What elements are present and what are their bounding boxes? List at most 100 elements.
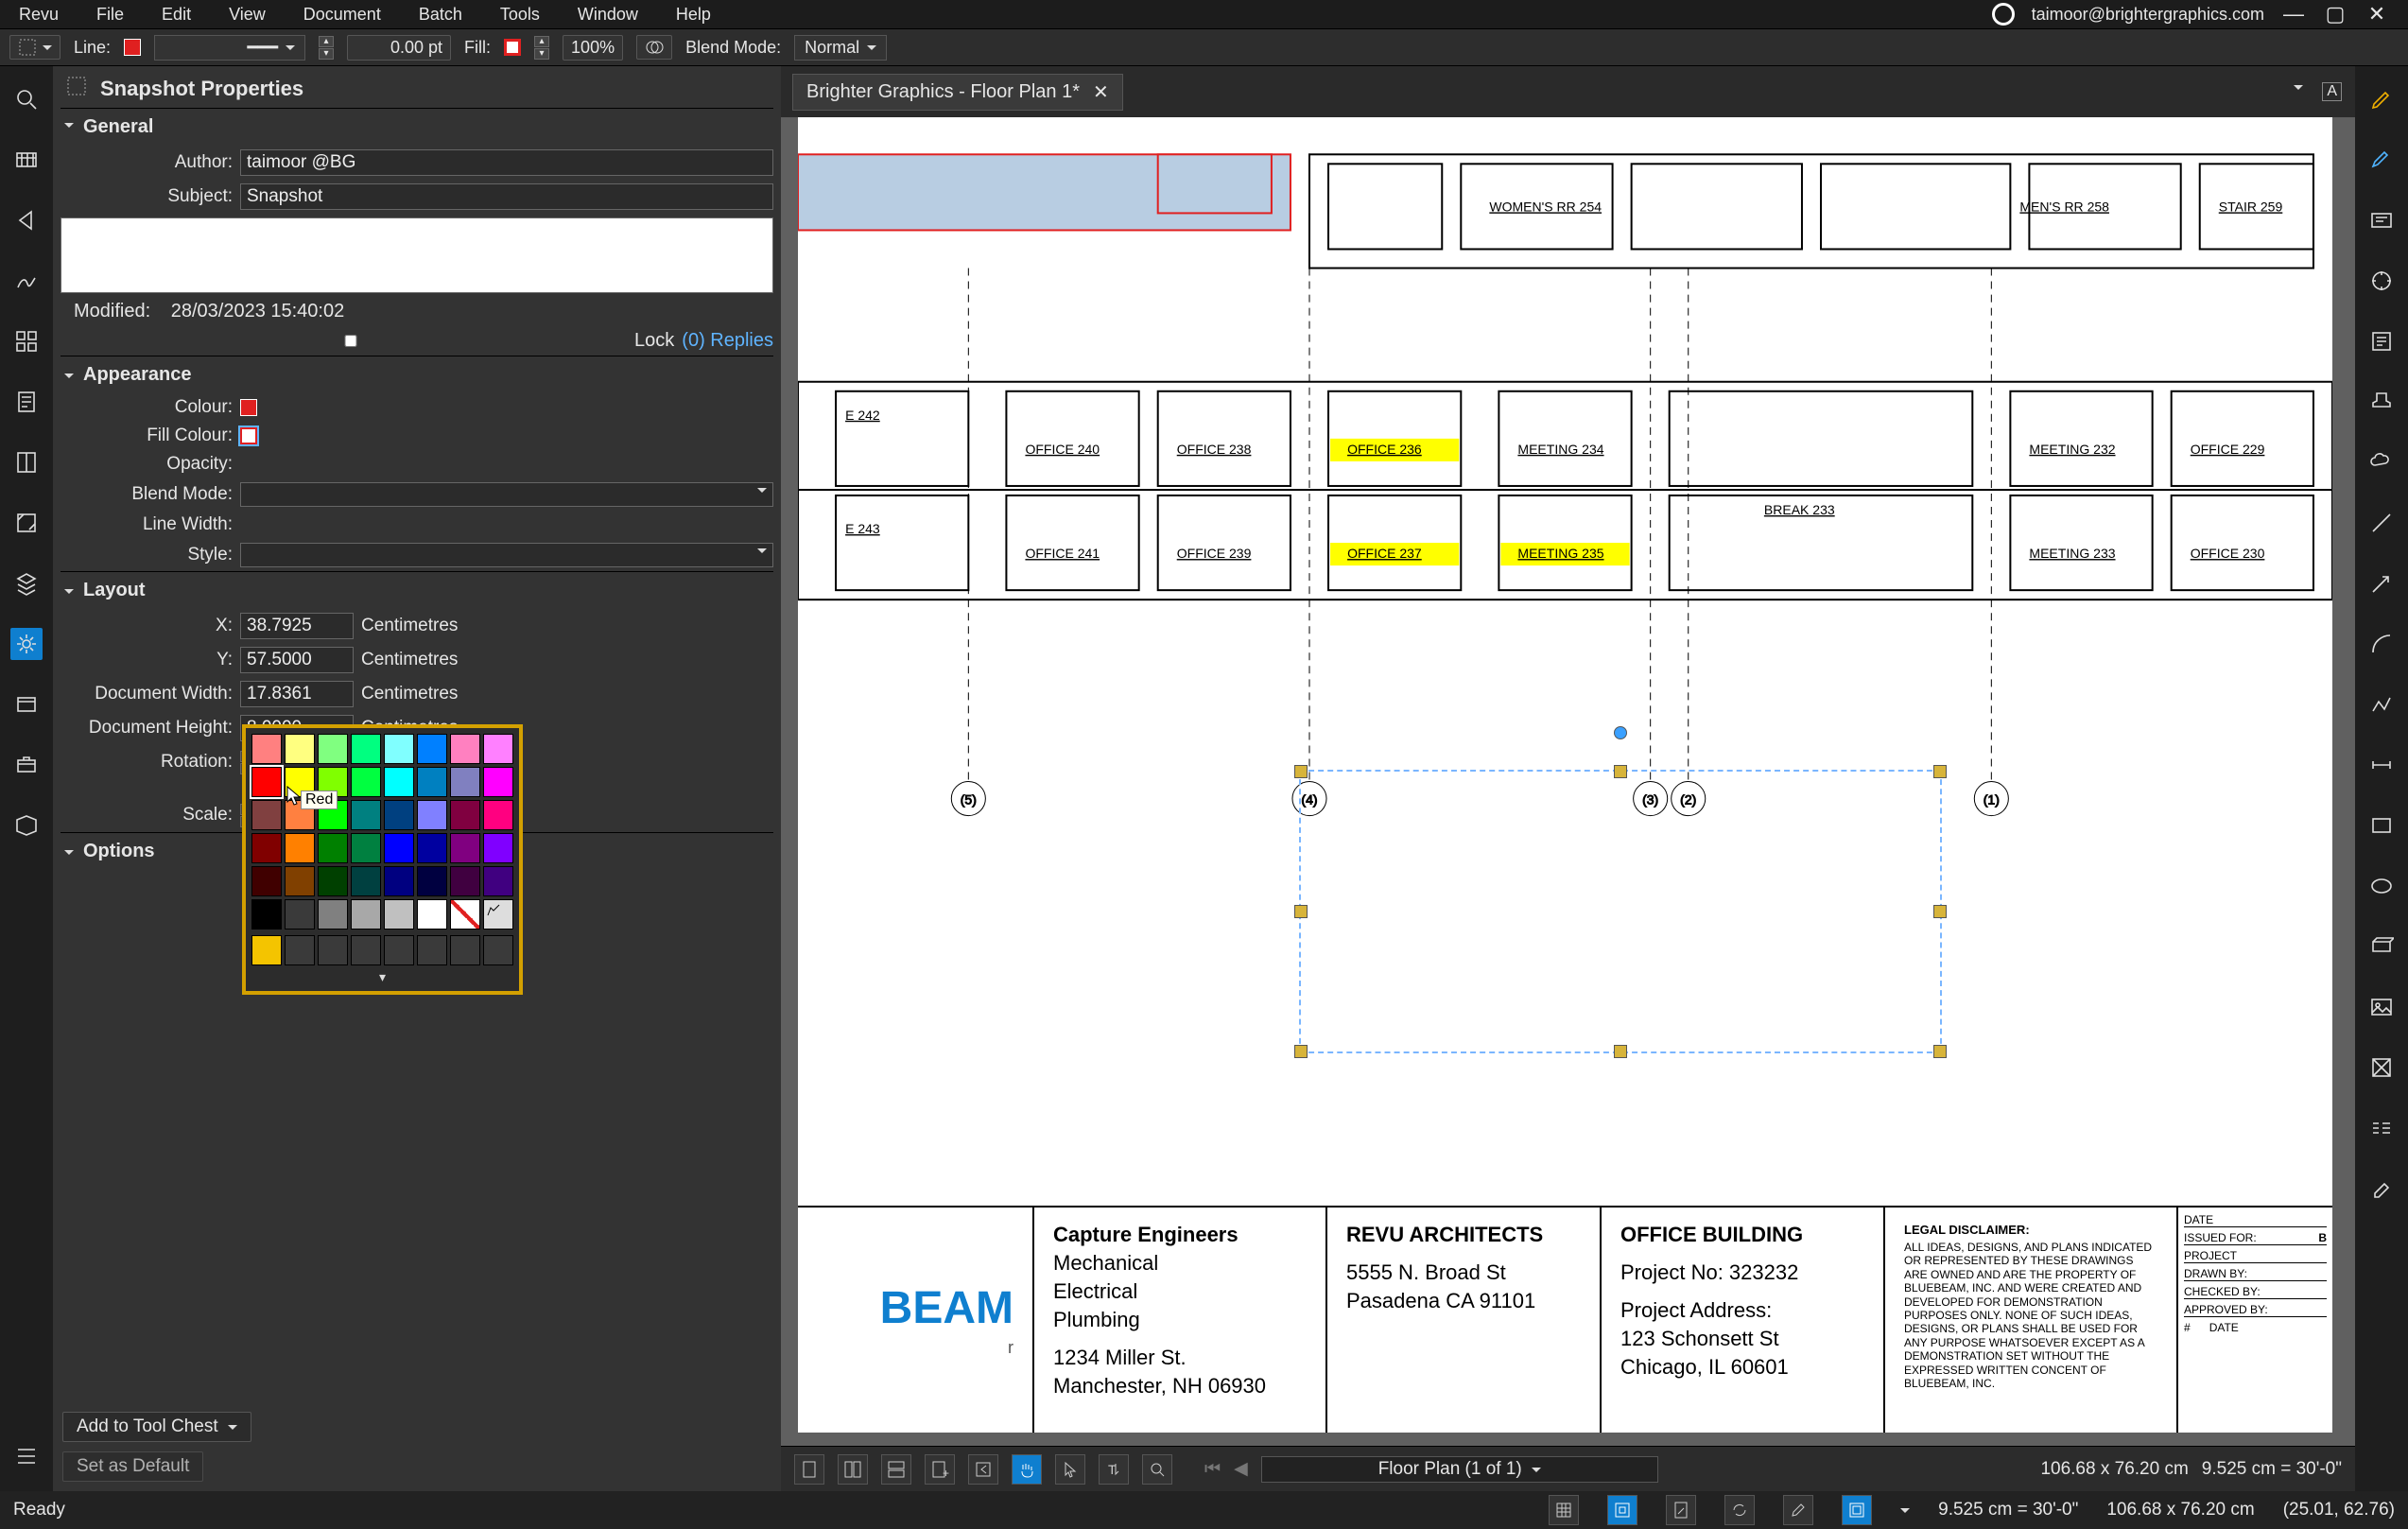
new-page-icon[interactable]: + (925, 1454, 955, 1485)
properties-icon[interactable] (10, 628, 43, 660)
color-picker-expand[interactable]: ▾ (251, 969, 513, 985)
recent-color-swatch[interactable] (285, 935, 315, 965)
color-swatch[interactable] (483, 833, 513, 863)
color-swatch[interactable] (318, 833, 348, 863)
prev-view-icon[interactable] (968, 1454, 998, 1485)
markups-list-icon[interactable] (10, 1440, 43, 1472)
scale-doc-icon[interactable] (1666, 1495, 1696, 1525)
color-swatch[interactable] (251, 833, 282, 863)
docwidth-input[interactable] (240, 681, 354, 707)
close-button[interactable]: ✕ (2365, 2, 2389, 26)
sets-icon[interactable] (10, 688, 43, 721)
line-style-select[interactable]: ━━━ (154, 35, 305, 61)
select-cursor-icon[interactable] (1055, 1454, 1085, 1485)
markup-mode-icon[interactable] (1783, 1495, 1813, 1525)
color-swatch[interactable] (251, 800, 282, 830)
minimize-button[interactable]: — (2281, 2, 2306, 26)
forms-icon[interactable] (10, 386, 43, 418)
bookmarks-icon[interactable] (10, 446, 43, 478)
color-swatch[interactable] (251, 767, 282, 797)
recent-color-swatch[interactable] (483, 935, 513, 965)
snap-toggle-icon[interactable] (1607, 1495, 1637, 1525)
grid-toggle-icon[interactable] (1549, 1495, 1579, 1525)
color-swatch[interactable] (450, 866, 480, 896)
links-icon[interactable] (10, 507, 43, 539)
recent-color-swatch[interactable] (318, 935, 348, 965)
color-swatch[interactable] (318, 866, 348, 896)
color-swatch[interactable] (483, 800, 513, 830)
recent-color-swatch[interactable] (384, 935, 414, 965)
thumbnails-icon[interactable] (10, 144, 43, 176)
eyedropper-icon[interactable] (483, 899, 513, 930)
zoom-spinner[interactable]: ▴▾ (534, 36, 549, 60)
note-icon[interactable] (2365, 325, 2398, 357)
page-selector[interactable]: Floor Plan (1 of 1) (1261, 1456, 1658, 1483)
section-layout[interactable]: Layout (61, 571, 773, 609)
document-canvas[interactable]: (5) (4) (3) (2) (1) WOMEN'S RR 254MEN'S … (781, 117, 2355, 1446)
signature-icon[interactable] (10, 265, 43, 297)
color-swatch[interactable] (450, 833, 480, 863)
text-style-icon[interactable]: A (2322, 82, 2342, 101)
page-mode-icon[interactable] (1842, 1495, 1872, 1525)
cloud-icon[interactable] (2365, 446, 2398, 478)
resize-handle-sw[interactable] (1294, 1045, 1308, 1058)
sync-icon[interactable] (1724, 1495, 1755, 1525)
blendmode-select[interactable]: Normal (794, 35, 887, 61)
polyline-tool-icon[interactable] (2365, 688, 2398, 721)
fillcolour-swatch[interactable] (240, 427, 257, 444)
color-swatch[interactable] (351, 734, 381, 764)
author-input[interactable] (240, 149, 773, 176)
resize-handle-ne[interactable] (1933, 765, 1947, 778)
image-tool-icon[interactable] (2365, 991, 2398, 1023)
resize-handle-e[interactable] (1933, 905, 1947, 918)
menu-revu[interactable]: Revu (19, 5, 59, 25)
back-icon[interactable] (10, 204, 43, 236)
tab-overflow-icon[interactable] (2294, 85, 2303, 104)
color-swatch[interactable] (483, 866, 513, 896)
color-swatch[interactable] (417, 899, 447, 930)
color-swatch[interactable] (450, 767, 480, 797)
x-input[interactable] (240, 613, 354, 639)
color-swatch[interactable] (384, 767, 414, 797)
document-tab[interactable]: Brighter Graphics - Floor Plan 1*✕ (792, 74, 1123, 111)
studio-icon[interactable] (10, 809, 43, 842)
color-swatch[interactable] (417, 833, 447, 863)
color-swatch[interactable] (351, 899, 381, 930)
color-swatch[interactable] (450, 734, 480, 764)
resize-handle-n[interactable] (1614, 765, 1627, 778)
recent-color-swatch[interactable] (450, 935, 480, 965)
color-swatch[interactable] (417, 734, 447, 764)
resize-handle-nw[interactable] (1294, 765, 1308, 778)
resize-handle-s[interactable] (1614, 1045, 1627, 1058)
color-swatch[interactable] (384, 800, 414, 830)
recent-color-swatch[interactable] (417, 935, 447, 965)
color-swatch[interactable] (351, 767, 381, 797)
replies-link[interactable]: (0) Replies (682, 330, 773, 352)
color-swatch[interactable] (318, 899, 348, 930)
menu-file[interactable]: File (96, 5, 124, 25)
split-vertical-icon[interactable] (838, 1454, 868, 1485)
highlighter-icon[interactable] (2365, 144, 2398, 176)
polygon-tool-icon[interactable] (2365, 930, 2398, 963)
menu-help[interactable]: Help (676, 5, 711, 25)
fill-color-swatch[interactable] (504, 39, 521, 56)
callout-icon[interactable] (2365, 265, 2398, 297)
line-width-field[interactable]: 0.00 pt (347, 35, 451, 61)
blend-icon-button[interactable] (636, 35, 672, 60)
menu-view[interactable]: View (229, 5, 266, 25)
color-swatch[interactable] (351, 866, 381, 896)
color-swatch[interactable] (384, 734, 414, 764)
color-swatch[interactable] (450, 800, 480, 830)
menu-document[interactable]: Document (303, 5, 381, 25)
menu-edit[interactable]: Edit (162, 5, 191, 25)
line-color-swatch[interactable] (124, 39, 141, 56)
color-swatch[interactable] (285, 833, 315, 863)
color-swatch[interactable] (483, 767, 513, 797)
color-swatch[interactable] (417, 800, 447, 830)
pan-tool-icon[interactable] (1012, 1454, 1042, 1485)
section-appearance[interactable]: Appearance (61, 356, 773, 393)
recent-color-swatch[interactable] (351, 935, 381, 965)
rotation-handle[interactable] (1614, 726, 1627, 739)
comment-textarea[interactable] (61, 217, 773, 293)
color-swatch[interactable] (285, 899, 315, 930)
